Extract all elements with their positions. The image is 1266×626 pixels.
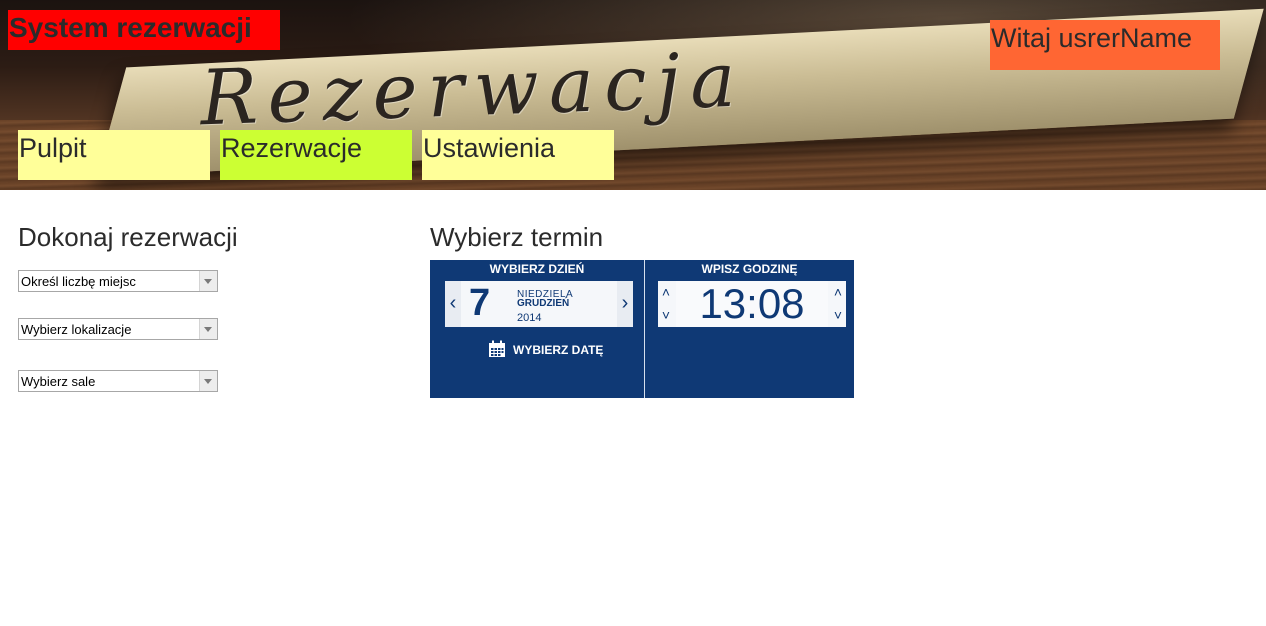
pick-date-label: WYBIERZ DATĘ xyxy=(513,343,604,357)
chevron-up-icon[interactable]: ˄ xyxy=(658,281,674,304)
chevron-right-icon[interactable]: › xyxy=(617,281,633,327)
room-select[interactable]: Wybierz sale xyxy=(18,370,218,392)
picker-divider xyxy=(644,260,645,398)
day-month: GRUDZIEŃ xyxy=(517,298,570,309)
chevron-down-icon[interactable] xyxy=(199,319,217,339)
term-title: Wybierz termin xyxy=(430,222,604,252)
tab-rezerwacje[interactable]: Rezerwacje xyxy=(220,130,412,180)
time-value: 13:08 xyxy=(699,280,805,327)
location-select-label: Wybierz lokalizacje xyxy=(21,322,132,337)
location-select[interactable]: Wybierz lokalizacje xyxy=(18,318,218,340)
tab-ustawienia[interactable]: Ustawienia xyxy=(422,130,614,180)
seats-select[interactable]: Określ liczbę miejsc xyxy=(18,270,218,292)
date-time-picker: WYBIERZ DZIEŃ WPISZ GODZINĘ ‹ 7 NIEDZIEL… xyxy=(430,260,854,398)
day-header: WYBIERZ DZIEŃ xyxy=(489,262,585,276)
chevron-down-icon[interactable] xyxy=(199,271,217,291)
chevron-down-icon[interactable]: ˅ xyxy=(830,304,846,327)
chevron-down-icon[interactable] xyxy=(199,371,217,391)
day-number: 7 xyxy=(469,282,491,324)
tab-pulpit[interactable]: Pulpit xyxy=(18,130,210,180)
app-title: System rezerwacji xyxy=(8,10,280,50)
time-header: WPISZ GODZINĘ xyxy=(701,262,798,276)
room-select-label: Wybierz sale xyxy=(21,374,96,389)
chevron-down-icon[interactable]: ˅ xyxy=(658,304,674,327)
reservation-title: Dokonaj rezerwacji xyxy=(18,222,238,252)
time-input[interactable]: ˄ ˅ 13:08 ˄ ˅ xyxy=(658,281,846,327)
calendar-icon xyxy=(489,340,505,357)
day-year: 2014 xyxy=(517,312,542,324)
day-selector: ‹ 7 NIEDZIELA GRUDZIEŃ 2014 › xyxy=(445,281,633,327)
chevron-up-icon[interactable]: ˄ xyxy=(830,281,846,304)
chevron-left-icon[interactable]: ‹ xyxy=(445,281,461,327)
seats-select-label: Określ liczbę miejsc xyxy=(21,274,136,289)
welcome-user: Witaj usrerName xyxy=(990,20,1220,70)
time-field[interactable]: 13:08 xyxy=(676,281,828,327)
